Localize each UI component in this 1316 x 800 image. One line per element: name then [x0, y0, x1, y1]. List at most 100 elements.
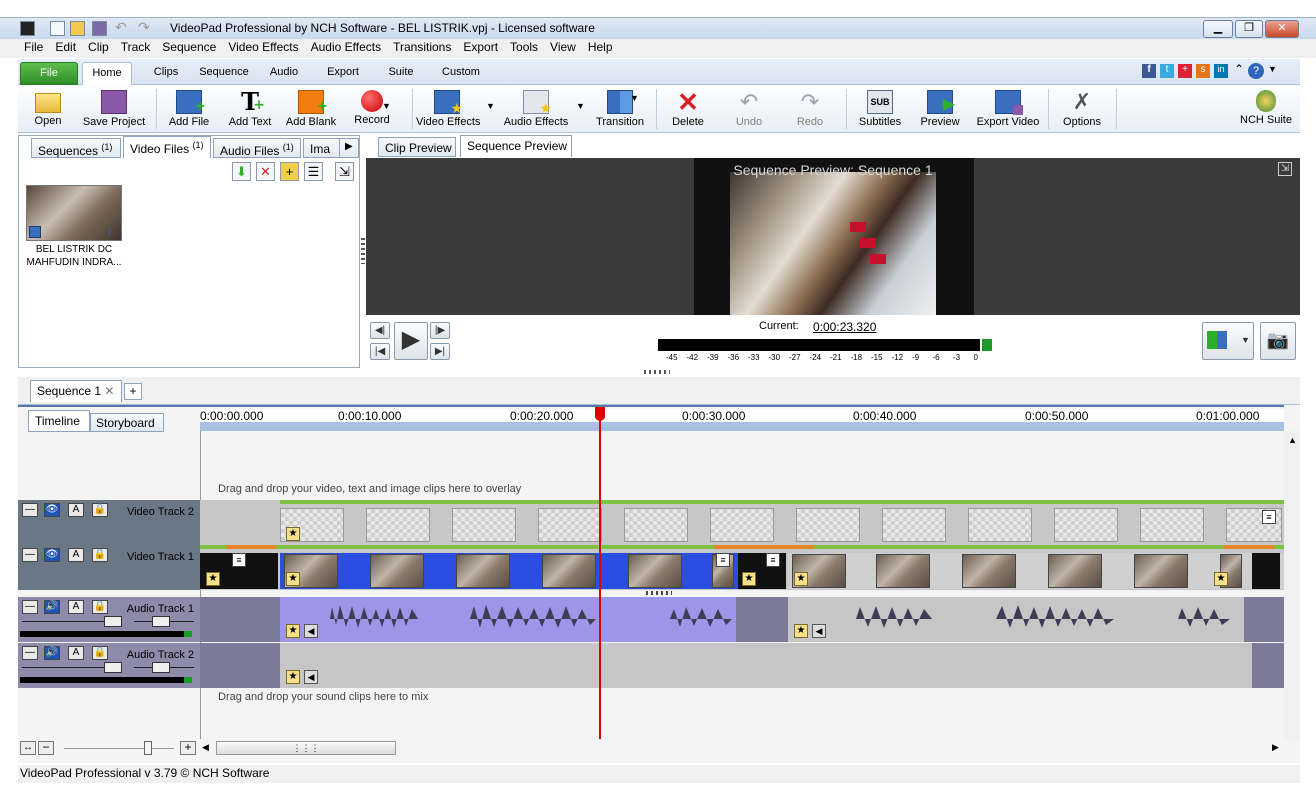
redo-icon[interactable]: ↷ [138, 20, 153, 36]
overlay-clip[interactable] [538, 508, 602, 542]
clip-effects-star-icon[interactable]: ★ [1214, 572, 1228, 586]
tab-audio-files[interactable]: Audio Files (1) [213, 138, 301, 158]
collapse-ribbon-icon[interactable]: ⌃ [1234, 62, 1244, 76]
tab-sequence-preview[interactable]: Sequence Preview [460, 135, 572, 157]
video-track-1[interactable]: — 👁 A 🔒 Video Track 1 ★ ★ ★ ★ ★ ≡ ≡ ≡ [18, 545, 1284, 590]
menu-clip[interactable]: Clip [82, 39, 115, 54]
tab-clips[interactable]: Clips [146, 62, 186, 85]
video-track-2[interactable]: — 👁 A 🔒 Video Track 2 ★ ≡ [18, 500, 1284, 545]
transition-dropdown-icon[interactable]: ▼ [630, 93, 639, 103]
lock-track-icon[interactable]: 🔒 [92, 646, 108, 660]
volume-slider-thumb[interactable] [104, 616, 122, 627]
help-dropdown-icon[interactable]: ▼ [1268, 64, 1277, 74]
fullscreen-icon[interactable]: ⇲ [1278, 162, 1292, 176]
visibility-eye-icon[interactable]: 👁 [44, 503, 60, 517]
tab-custom[interactable]: Custom [436, 62, 486, 85]
subtitles-button[interactable]: SUB Subtitles [850, 88, 910, 132]
audio-track-1[interactable]: — 🔊 A 🔒 Audio Track 1 ★ ◀ ★ ◀ [18, 597, 1284, 642]
clip-volume-icon[interactable]: ◀ [304, 624, 318, 638]
audio-effects-dropdown-icon[interactable]: ▼ [576, 101, 585, 111]
google-plus-icon[interactable]: + [1178, 64, 1192, 78]
solo-track-icon[interactable]: A [68, 600, 84, 614]
menu-sequence[interactable]: Sequence [156, 39, 222, 54]
collapse-track-icon[interactable]: — [22, 503, 38, 517]
tab-suite[interactable]: Suite [384, 62, 418, 85]
sequence-tab[interactable]: Sequence 1 ✕ [30, 380, 122, 402]
export-video-button[interactable]: Export Video [973, 88, 1043, 132]
text-clip-icon[interactable]: ≡ [716, 553, 730, 567]
delete-button[interactable]: ✕ Delete [658, 88, 718, 132]
go-to-start-button[interactable]: |◀ [370, 343, 390, 360]
overlay-clip[interactable] [882, 508, 946, 542]
title-clip[interactable] [1252, 553, 1280, 589]
redo-button[interactable]: ↷ Redo [780, 88, 840, 132]
collapse-track-icon[interactable]: — [22, 600, 38, 614]
save-project-button[interactable]: Save Project [82, 88, 146, 132]
overlay-clip[interactable] [1140, 508, 1204, 542]
add-media-icon[interactable]: ⬇ [232, 162, 251, 181]
snapshot-camera-button[interactable]: 📷 [1260, 322, 1296, 360]
new-folder-icon[interactable]: + [280, 162, 299, 181]
overlay-clip[interactable] [452, 508, 516, 542]
play-button[interactable]: ▶ [394, 322, 428, 360]
lock-track-icon[interactable]: 🔒 [92, 548, 108, 562]
video-clip[interactable] [788, 553, 1284, 589]
menu-file[interactable]: File [18, 39, 49, 54]
zoom-slider-thumb[interactable] [144, 741, 152, 755]
step-back-button[interactable]: ◀| [370, 322, 390, 339]
undo-button[interactable]: ↶ Undo [719, 88, 779, 132]
timeline-marker-button[interactable]: ▼ [1202, 322, 1254, 360]
tab-timeline[interactable]: Timeline [28, 410, 90, 432]
menu-help[interactable]: Help [582, 39, 619, 54]
menu-edit[interactable]: Edit [49, 39, 82, 54]
solo-track-icon[interactable]: A [68, 646, 84, 660]
audio-effects-button[interactable]: ★ Audio Effects [502, 88, 570, 132]
facebook-icon[interactable]: f [1142, 64, 1156, 78]
video-effects-button[interactable]: ★ Video Effects [416, 88, 480, 132]
tab-sequences[interactable]: Sequences (1) [31, 138, 121, 158]
save-icon[interactable] [92, 21, 107, 36]
menu-audio-effects[interactable]: Audio Effects [305, 39, 388, 54]
tab-clip-preview[interactable]: Clip Preview [378, 137, 456, 157]
scroll-right-icon[interactable]: ▶ [1272, 742, 1279, 753]
menu-export[interactable]: Export [457, 39, 504, 54]
tab-video-files[interactable]: Video Files (1) [123, 136, 211, 158]
zoom-slider-track[interactable] [64, 748, 174, 749]
lock-track-icon[interactable]: 🔒 [92, 503, 108, 517]
clip-volume-icon[interactable]: ◀ [812, 624, 826, 638]
audio-track-2[interactable]: — 🔊 A 🔒 Audio Track 2 ★ ◀ [18, 643, 1284, 688]
close-sequence-icon[interactable]: ✕ [104, 384, 114, 398]
overlay-clip[interactable] [710, 508, 774, 542]
solo-track-icon[interactable]: A [68, 503, 84, 517]
zoom-in-button[interactable]: + [180, 741, 196, 755]
tab-file[interactable]: File [20, 62, 78, 85]
add-text-button[interactable]: T + Add Text [220, 88, 280, 132]
tab-sequence[interactable]: Sequence [196, 62, 252, 85]
menu-video-effects[interactable]: Video Effects [222, 39, 304, 54]
tab-audio[interactable]: Audio [264, 62, 304, 85]
record-dropdown-icon[interactable]: ▼ [382, 101, 391, 111]
scroll-left-icon[interactable]: ◀ [202, 742, 209, 753]
remove-media-icon[interactable]: ✕ [256, 162, 275, 181]
solo-track-icon[interactable]: A [68, 548, 84, 562]
undock-panel-icon[interactable]: ⇲ [335, 162, 354, 181]
linkedin-icon[interactable]: in [1214, 64, 1228, 78]
tab-storyboard[interactable]: Storyboard [90, 413, 164, 432]
clip-effects-star-icon[interactable]: ★ [286, 527, 300, 541]
list-view-icon[interactable]: ☰ [304, 162, 323, 181]
tab-scroll-right-icon[interactable]: ▶ [339, 138, 359, 158]
open-icon[interactable] [70, 21, 85, 36]
video-effects-dropdown-icon[interactable]: ▼ [486, 101, 495, 111]
record-button[interactable]: Record [342, 88, 402, 132]
clip-effects-star-icon[interactable]: ★ [286, 572, 300, 586]
overlay-clip[interactable] [968, 508, 1032, 542]
step-forward-button[interactable]: |▶ [430, 322, 450, 339]
clip-effects-star-icon[interactable]: ★ [742, 572, 756, 586]
stumbleupon-icon[interactable]: s [1196, 64, 1210, 78]
tab-export[interactable]: Export [320, 62, 366, 85]
clip-volume-icon[interactable]: ◀ [304, 670, 318, 684]
help-icon[interactable]: ? [1248, 63, 1264, 79]
options-button[interactable]: ✗ Options [1052, 88, 1112, 132]
lock-track-icon[interactable]: 🔒 [92, 600, 108, 614]
pan-slider-thumb[interactable] [152, 616, 170, 627]
